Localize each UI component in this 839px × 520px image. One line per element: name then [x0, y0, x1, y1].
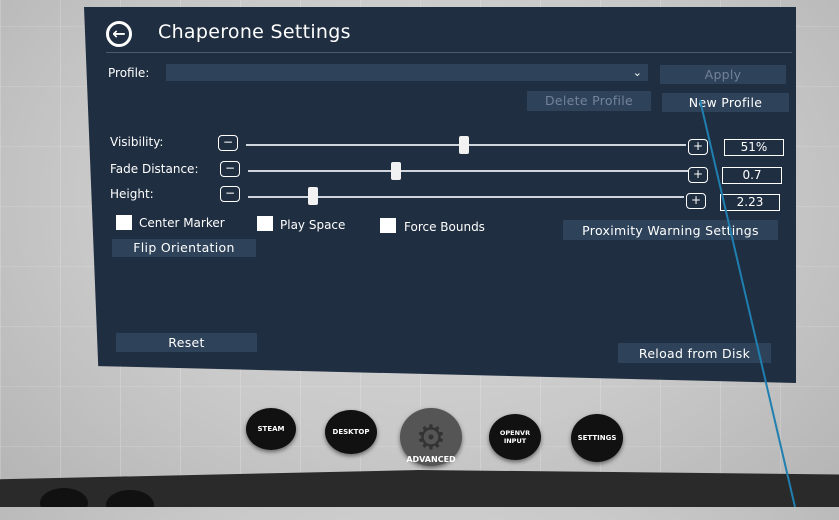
page-title: Chaperone Settings — [158, 21, 351, 43]
fade-distance-increase-button[interactable]: + — [688, 167, 708, 183]
center-marker-label: Center Marker — [139, 216, 225, 230]
advanced-dock-button[interactable]: ⚙ ADVANCED — [400, 408, 462, 466]
chaperone-settings-panel: ← Chaperone Settings Profile: ⌄ Apply De… — [84, 7, 796, 383]
flip-orientation-button[interactable]: Flip Orientation — [112, 239, 256, 257]
fade-distance-decrease-button[interactable]: − — [220, 161, 240, 177]
force-bounds-checkbox[interactable] — [380, 218, 396, 233]
back-arrow-icon[interactable]: ← — [106, 21, 132, 47]
height-value: 2.23 — [720, 194, 780, 211]
profile-dropdown[interactable]: ⌄ — [166, 64, 648, 81]
visibility-label: Visibility: — [110, 135, 164, 149]
openvr-input-dock-button[interactable]: OPENVR INPUT — [489, 414, 541, 460]
bottom-dark-surface — [0, 470, 839, 507]
height-slider-thumb[interactable] — [308, 187, 318, 205]
left-dock-icon-2 — [106, 490, 154, 507]
height-label: Height: — [110, 187, 154, 201]
height-decrease-button[interactable]: − — [220, 186, 240, 202]
visibility-decrease-button[interactable]: − — [218, 135, 238, 151]
visibility-value: 51% — [724, 139, 784, 156]
reload-from-disk-button[interactable]: Reload from Disk — [618, 343, 771, 363]
proximity-warning-settings-button[interactable]: Proximity Warning Settings — [563, 220, 778, 240]
apply-button[interactable]: Apply — [660, 65, 786, 84]
visibility-increase-button[interactable]: + — [688, 139, 708, 155]
fade-distance-slider-thumb[interactable] — [391, 162, 401, 180]
desktop-dock-button[interactable]: DESKTOP — [325, 410, 377, 454]
new-profile-button[interactable]: New Profile — [662, 93, 789, 112]
fade-distance-value: 0.7 — [722, 167, 782, 184]
reset-button[interactable]: Reset — [116, 333, 257, 352]
delete-profile-button[interactable]: Delete Profile — [527, 91, 651, 111]
title-divider — [106, 52, 792, 53]
settings-dock-button[interactable]: SETTINGS — [571, 414, 623, 462]
center-marker-checkbox[interactable] — [116, 215, 132, 230]
gear-icon: ⚙ — [415, 418, 447, 458]
visibility-slider-thumb[interactable] — [459, 136, 469, 154]
height-increase-button[interactable]: + — [686, 193, 706, 209]
profile-label: Profile: — [108, 66, 150, 80]
play-space-checkbox[interactable] — [257, 216, 273, 231]
play-space-label: Play Space — [280, 218, 346, 232]
chevron-down-icon: ⌄ — [632, 66, 642, 79]
advanced-dock-label: ADVANCED — [406, 455, 456, 464]
steam-dock-button[interactable]: STEAM — [246, 408, 296, 450]
left-dock-icon — [40, 488, 88, 507]
fade-distance-label: Fade Distance: — [110, 162, 199, 176]
force-bounds-label: Force Bounds — [404, 220, 485, 234]
fade-distance-slider-track[interactable] — [248, 170, 688, 172]
